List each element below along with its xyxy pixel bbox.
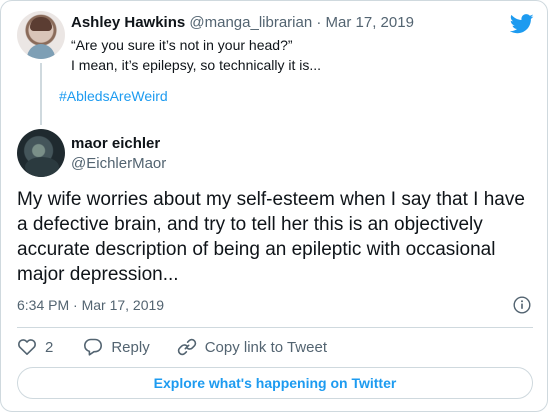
parent-tweet-text: “Are you sure it’s not in your head?” I …: [71, 35, 531, 75]
heart-icon: [18, 339, 36, 355]
reply-bubble-icon: [84, 338, 103, 356]
copy-link-label: Copy link to Tweet: [204, 338, 327, 356]
like-count: 2: [45, 338, 54, 356]
parent-tweet[interactable]: Ashley Hawkins @manga_librarian · Mar 17…: [17, 11, 537, 125]
thread-connector-line: [40, 63, 42, 125]
reply-button[interactable]: Reply: [83, 337, 150, 357]
embedded-tweet-card: Ashley Hawkins @manga_librarian · Mar 17…: [0, 0, 548, 412]
info-icon[interactable]: [513, 296, 531, 314]
twitter-bird-icon[interactable]: [510, 14, 534, 34]
tweet-actions: 2 Reply Copy link to Tweet: [17, 335, 354, 359]
copy-link-button[interactable]: Copy link to Tweet: [177, 337, 327, 357]
reply-label: Reply: [111, 338, 150, 356]
author-name[interactable]: Ashley Hawkins: [71, 14, 185, 31]
parent-tweet-line: I mean, it’s epilepsy, so technically it…: [71, 57, 322, 73]
avatar[interactable]: [17, 129, 65, 177]
explore-twitter-button[interactable]: Explore what's happening on Twitter: [17, 367, 533, 399]
parent-tweet-header: Ashley Hawkins @manga_librarian · Mar 17…: [71, 13, 531, 33]
tweet-text: My wife worries about my self-esteem whe…: [17, 189, 525, 285]
tweet-date[interactable]: Mar 17, 2019: [326, 14, 414, 31]
author-name[interactable]: maor eichler: [71, 134, 160, 154]
tweet-timestamp[interactable]: 6:34 PM · Mar 17, 2019: [17, 295, 164, 315]
separator: ·: [316, 14, 322, 31]
parent-tweet-line: “Are you sure it’s not in your head?”: [71, 37, 293, 53]
divider: [17, 327, 533, 328]
link-icon: [177, 338, 196, 356]
parent-tweet-body: Ashley Hawkins @manga_librarian · Mar 17…: [71, 13, 531, 75]
explore-label: Explore what's happening on Twitter: [153, 375, 397, 391]
hashtag-link[interactable]: #AbledsAreWeird: [59, 88, 168, 104]
author-handle[interactable]: @EichlerMaor: [71, 154, 166, 174]
avatar[interactable]: [17, 11, 65, 59]
like-button[interactable]: 2: [17, 337, 53, 357]
author-handle[interactable]: @manga_librarian: [189, 14, 312, 31]
